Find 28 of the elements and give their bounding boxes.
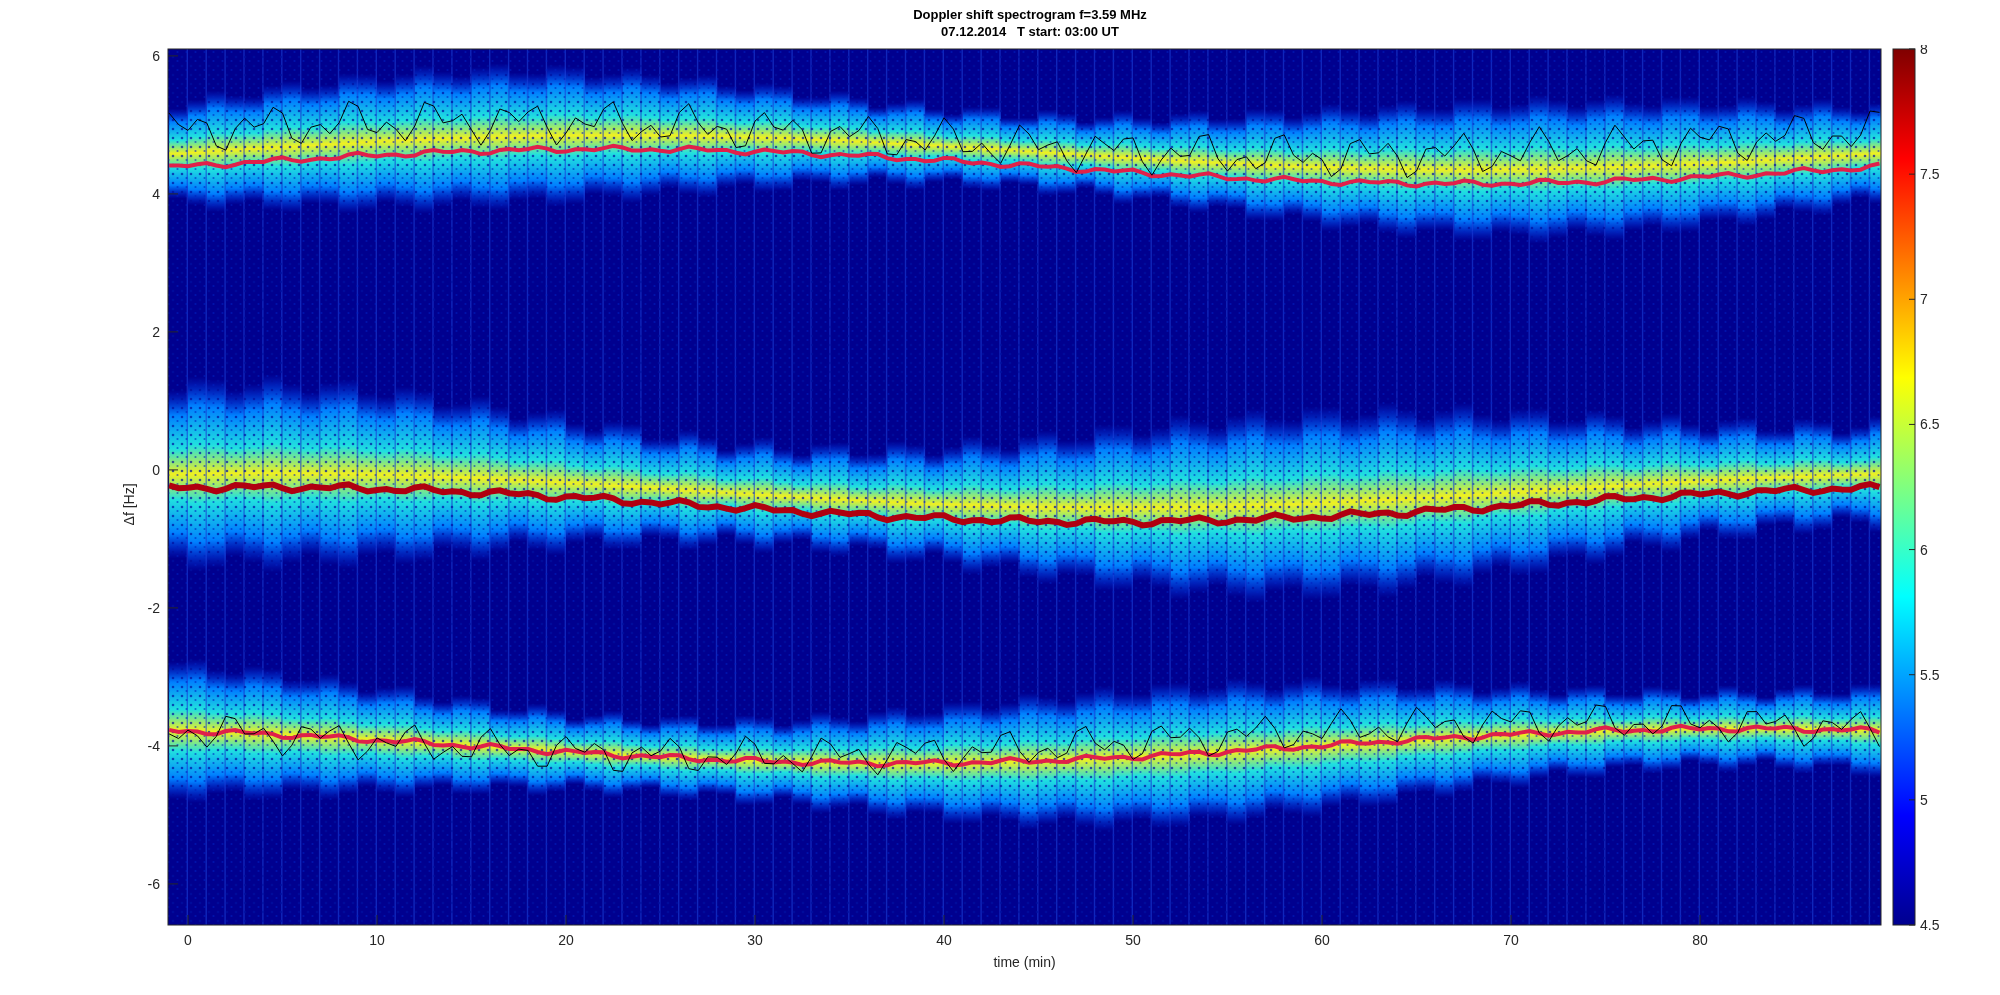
x-tick-label: 70 — [1503, 932, 1519, 948]
x-axis-label: time (min) — [993, 954, 1056, 970]
chart-subtitle: 07.12.2014 T start: 03:00 UT — [941, 22, 1119, 40]
colorbar-tick-label: 5 — [1920, 791, 1928, 808]
colorbar-tick-label: 8 — [1920, 45, 1928, 57]
colorbar-tick-label: 7.5 — [1920, 166, 1940, 183]
x-tick-label: 50 — [1125, 932, 1141, 948]
y-tick-label: -6 — [147, 875, 160, 892]
colorbar-tick-label: 6 — [1920, 541, 1928, 558]
x-tick-label: 10 — [369, 932, 385, 948]
y-tick-label: 2 — [152, 323, 160, 340]
chart-title: Doppler shift spectrogram f=3.59 MHz — [913, 5, 1147, 23]
x-tick-label: 60 — [1314, 932, 1330, 948]
y-tick-label: 0 — [152, 461, 160, 478]
x-tick-label: 0 — [184, 932, 192, 948]
y-tick-label: -4 — [147, 737, 160, 754]
colorbar-tick-label: 4.5 — [1920, 917, 1940, 933]
y-tick-label: 6 — [152, 47, 160, 64]
colorbar-tick-label: 6.5 — [1920, 416, 1940, 433]
colorbar-tick-label: 5.5 — [1920, 666, 1940, 683]
x-tick-label: 80 — [1692, 932, 1708, 948]
y-axis-label: Δf [Hz] — [121, 483, 137, 526]
colorbar-tick-label: 7 — [1920, 291, 1928, 308]
x-tick-label: 40 — [936, 932, 952, 948]
y-tick-label: -2 — [147, 599, 160, 616]
x-tick-label: 20 — [558, 932, 574, 948]
x-tick-label: 30 — [747, 932, 763, 948]
y-tick-label: 4 — [152, 185, 160, 202]
